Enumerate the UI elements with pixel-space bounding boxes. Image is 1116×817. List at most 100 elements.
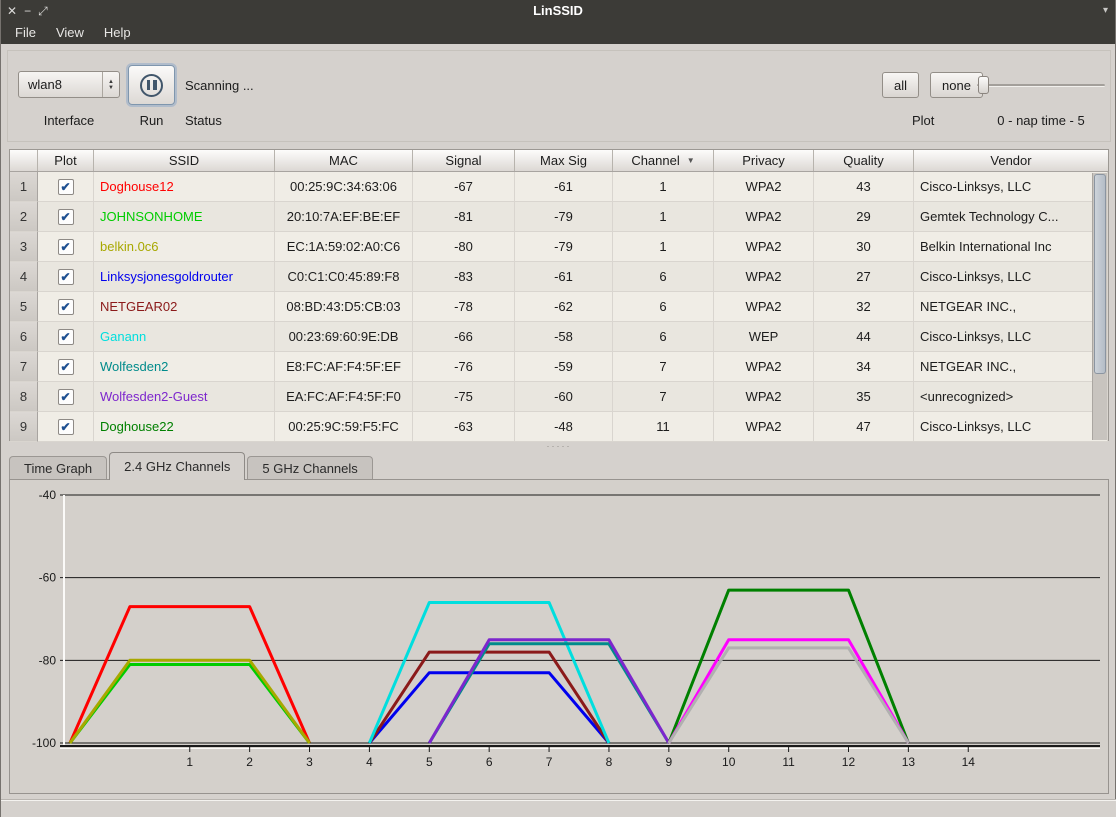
spinner-down-icon[interactable]: ▼ (108, 85, 114, 91)
table-body: 1✔Doghouse1200:25:9C:34:63:06-67-611WPA2… (10, 172, 1108, 442)
maximize-icon[interactable]: ⤢ (38, 0, 48, 22)
plot-cell: ✔ (38, 352, 94, 382)
tab-time-graph[interactable]: Time Graph (9, 456, 107, 479)
plot-checkbox[interactable]: ✔ (58, 329, 74, 345)
ssid-cell: Doghouse22 (94, 412, 275, 442)
channel-cell: 7 (613, 382, 714, 412)
minimize-icon[interactable]: − (24, 0, 31, 22)
table-row[interactable]: 3✔belkin.0c6EC:1A:59:02:A0:C6-80-791WPA2… (10, 232, 1108, 262)
plot-cell: ✔ (38, 382, 94, 412)
channel-cell: 1 (613, 232, 714, 262)
slider-handle[interactable] (978, 76, 989, 94)
column-header-privacy[interactable]: Privacy (714, 150, 814, 171)
row-number: 3 (10, 232, 38, 262)
max-signal-cell: -59 (515, 352, 613, 382)
table-scrollbar[interactable] (1092, 173, 1107, 440)
plot-label: Plot (912, 113, 934, 128)
tab-5ghz-channels[interactable]: 5 GHz Channels (247, 456, 372, 479)
interface-select[interactable]: wlan8 ▲ ▼ (18, 71, 120, 98)
tab-24ghz-channels[interactable]: 2.4 GHz Channels (109, 452, 245, 480)
interface-spinner[interactable]: ▲ ▼ (102, 72, 119, 97)
column-header-mac[interactable]: MAC (275, 150, 413, 171)
signal-cell: -67 (413, 172, 515, 202)
plot-cell: ✔ (38, 172, 94, 202)
max-signal-cell: -60 (515, 382, 613, 412)
mac-cell: 00:25:9C:59:F5:FC (275, 412, 413, 442)
channel-cell: 11 (613, 412, 714, 442)
channels-plot: -40-60-80-1001234567891011121314 (10, 480, 1108, 793)
status-label: Status (185, 113, 222, 128)
sort-desc-icon: ▼ (687, 156, 695, 165)
network-table: PlotSSID MAC SignalMax SigChannel▼PrivacyQ… (9, 149, 1109, 441)
vendor-cell: Cisco-Linksys, LLC (914, 322, 1108, 352)
plot-checkbox[interactable]: ✔ (58, 389, 74, 405)
vendor-cell: NETGEAR INC., (914, 292, 1108, 322)
mac-cell: EA:FC:AF:F4:5F:F0 (275, 382, 413, 412)
plot-checkbox[interactable]: ✔ (58, 179, 74, 195)
column-header-max-sig[interactable]: Max Sig (515, 150, 613, 171)
column-header-plot[interactable]: Plot (38, 150, 94, 171)
channel-cell: 7 (613, 352, 714, 382)
privacy-cell: WPA2 (714, 382, 814, 412)
slider-track[interactable] (977, 84, 1105, 87)
nap-time-label: 0 - nap time - 5 (977, 113, 1105, 128)
run-pause-button[interactable] (128, 65, 175, 105)
plot-checkbox[interactable]: ✔ (58, 239, 74, 255)
mac-cell: EC:1A:59:02:A0:C6 (275, 232, 413, 262)
table-row[interactable]: 7✔Wolfesden2E8:FC:AF:F4:5F:EF-76-597WPA2… (10, 352, 1108, 382)
splitter-handle[interactable]: ····· (1, 441, 1116, 452)
y-tick-label: -40 (39, 488, 57, 502)
y-tick-label: -80 (39, 653, 57, 667)
plot-checkbox[interactable]: ✔ (58, 209, 74, 225)
close-icon[interactable]: ✕ (7, 0, 17, 22)
plot-checkbox[interactable]: ✔ (58, 359, 74, 375)
mac-cell: 20:10:7A:EF:BE:EF (275, 202, 413, 232)
signal-curve-belkin.0c6 (70, 660, 310, 743)
ssid-cell: Doghouse12 (94, 172, 275, 202)
menu-help[interactable]: Help (94, 22, 141, 44)
toolbar: wlan8 ▲ ▼ Scanning ... all none Interfac… (7, 50, 1111, 142)
table-row[interactable]: 6✔Ganann00:23:69:60:9E:DB-66-586WEP44Cis… (10, 322, 1108, 352)
column-header-vendor[interactable]: Vendor (914, 150, 1108, 171)
max-signal-cell: -61 (515, 172, 613, 202)
x-tick-label: 2 (246, 755, 253, 769)
plot-checkbox[interactable]: ✔ (58, 299, 74, 315)
channel-cell: 6 (613, 322, 714, 352)
table-row[interactable]: 1✔Doghouse1200:25:9C:34:63:06-67-611WPA2… (10, 172, 1108, 202)
plot-cell: ✔ (38, 232, 94, 262)
column-header-signal[interactable]: Signal (413, 150, 515, 171)
channel-cell: 1 (613, 172, 714, 202)
row-number: 6 (10, 322, 38, 352)
ssid-cell: JOHNSONHOME (94, 202, 275, 232)
scrollbar-thumb[interactable] (1094, 174, 1106, 374)
interface-label: Interface (18, 113, 120, 128)
tab-bar: Time Graph 2.4 GHz Channels 5 GHz Channe… (9, 452, 375, 479)
menu-file[interactable]: File (5, 22, 46, 44)
ssid-cell: NETGEAR02 (94, 292, 275, 322)
quality-cell: 35 (814, 382, 914, 412)
chevron-down-icon[interactable]: ▾ (1103, 0, 1108, 22)
menu-view[interactable]: View (46, 22, 94, 44)
table-row[interactable]: 4✔LinksysjonesgoldrouterC0:C1:C0:45:89:F… (10, 262, 1108, 292)
table-row[interactable]: 2✔JOHNSONHOME20:10:7A:EF:BE:EF-81-791WPA… (10, 202, 1108, 232)
quality-cell: 29 (814, 202, 914, 232)
run-label: Run (128, 113, 175, 128)
column-header-quality[interactable]: Quality (814, 150, 914, 171)
table-row[interactable]: 9✔Doghouse2200:25:9C:59:F5:FC-63-4811WPA… (10, 412, 1108, 442)
plot-checkbox[interactable]: ✔ (58, 269, 74, 285)
nap-time-slider[interactable] (977, 76, 1105, 94)
column-header-label: MAC (329, 153, 358, 168)
signal-cell: -80 (413, 232, 515, 262)
x-tick-label: 9 (665, 755, 672, 769)
column-header-ssid[interactable]: SSID (94, 150, 275, 171)
plot-none-button[interactable]: none (930, 72, 983, 98)
scan-status-text: Scanning ... (185, 78, 254, 93)
table-row[interactable]: 8✔Wolfesden2-GuestEA:FC:AF:F4:5F:F0-75-6… (10, 382, 1108, 412)
column-header-channel[interactable]: Channel▼ (613, 150, 714, 171)
vendor-cell: Cisco-Linksys, LLC (914, 412, 1108, 442)
table-row[interactable]: 5✔NETGEAR0208:BD:43:D5:CB:03-78-626WPA23… (10, 292, 1108, 322)
plot-all-button[interactable]: all (882, 72, 919, 98)
plot-checkbox[interactable]: ✔ (58, 419, 74, 435)
privacy-cell: WPA2 (714, 412, 814, 442)
mac-cell: E8:FC:AF:F4:5F:EF (275, 352, 413, 382)
